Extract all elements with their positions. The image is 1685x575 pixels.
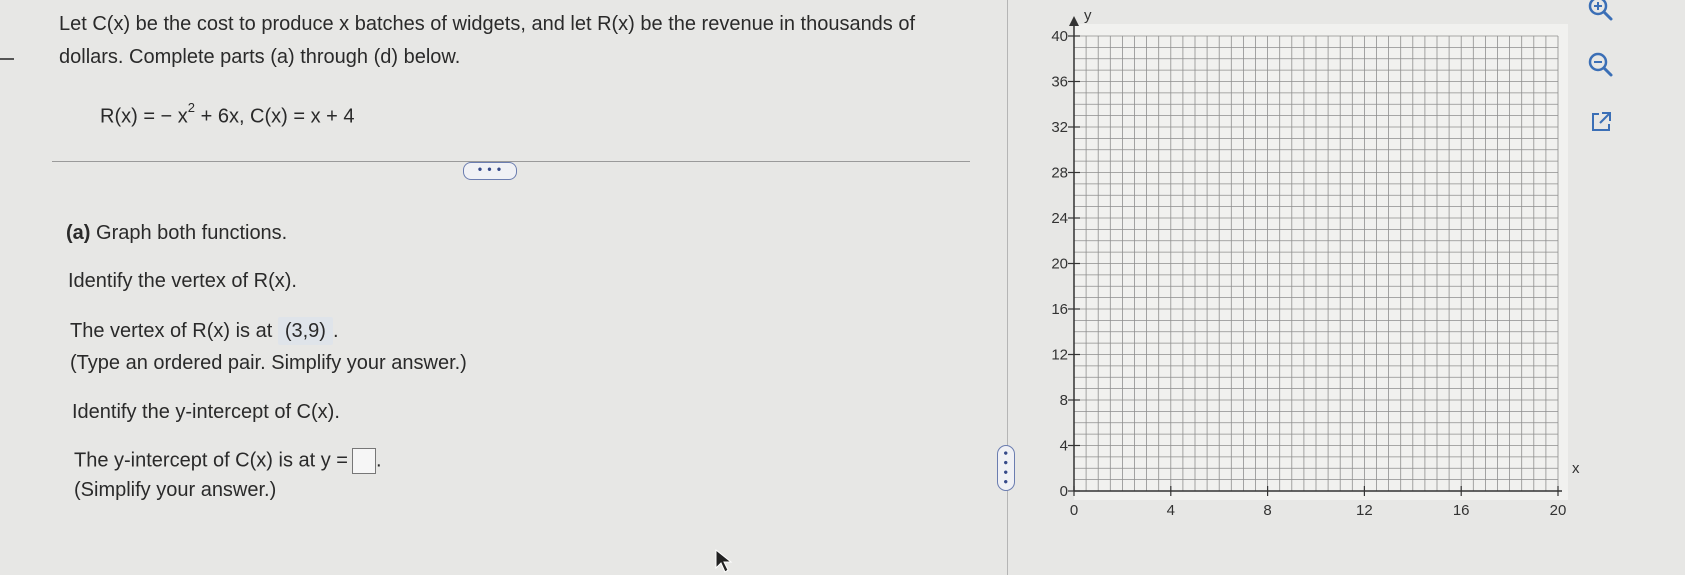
vertex-answer-prefix: The vertex of R(x) is at <box>70 320 278 342</box>
y-tick-label: 40 <box>1051 28 1068 45</box>
mouse-cursor-icon <box>715 548 733 573</box>
part-a-heading: (a) Graph both functions. <box>66 221 287 245</box>
graph-background <box>1074 24 1568 500</box>
zoom-in-icon <box>1588 0 1613 21</box>
y-axis-arrow <box>1069 16 1079 26</box>
y-tick-label: 4 <box>1060 438 1068 455</box>
yintercept-input[interactable] <box>351 448 376 474</box>
splitter-handle[interactable]: • • • • <box>997 445 1015 491</box>
y-tick-label: 36 <box>1051 74 1068 91</box>
function-equations: R(x) = − x2 + 6x, C(x) = x + 4 <box>100 100 355 129</box>
part-a-label: (a) <box>66 222 91 244</box>
x-tick-label: 12 <box>1356 502 1373 519</box>
zoom-out-icon <box>1588 52 1613 77</box>
x-tick-label: 8 <box>1263 502 1271 519</box>
yintercept-prompt: Identify the y-intercept of C(x). <box>72 401 340 423</box>
revenue-equation-prefix: R(x) = − x <box>100 105 188 128</box>
yintercept-answer-suffix: . <box>375 449 382 472</box>
show-more-button[interactable]: • • • <box>463 162 517 180</box>
yintercept-answer-prefix: The y-intercept of C(x) is at y = <box>74 449 348 472</box>
vertex-answer-line: The vertex of R(x) is at (3,9). <box>70 317 339 345</box>
vertex-answer-field[interactable]: (3,9) <box>277 317 333 345</box>
x-axis-label: x <box>1572 460 1580 477</box>
zoom-out-button[interactable] <box>1584 48 1616 80</box>
zoom-in-button[interactable] <box>1584 0 1616 24</box>
exponent: 2 <box>187 100 196 115</box>
y-tick-label: 32 <box>1051 119 1068 136</box>
x-tick-label: 4 <box>1167 502 1175 519</box>
vertex-answer-suffix: . <box>332 320 339 342</box>
y-tick-label: 12 <box>1051 347 1068 364</box>
yintercept-hint: (Simplify your answer.) <box>74 479 277 501</box>
vertex-prompt: Identify the vertex of R(x). <box>68 270 297 292</box>
popout-icon <box>1592 112 1611 131</box>
splitter-handle-dots: • • • • <box>999 451 1013 485</box>
graph-grid <box>1073 35 1559 492</box>
y-tick-label: 28 <box>1051 165 1068 182</box>
x-tick-label: 20 <box>1550 502 1567 519</box>
problem-intro-line2: dollars. Complete parts (a) through (d) … <box>59 46 461 68</box>
y-tick-label: 20 <box>1051 256 1068 273</box>
vertex-hint: (Type an ordered pair. Simplify your ans… <box>70 352 467 374</box>
question-panel: Let C(x) be the cost to produce x batche… <box>0 0 1000 575</box>
y-tick-label: 0 <box>1060 483 1068 500</box>
y-tick-label: 8 <box>1060 392 1068 409</box>
part-a-instruction: Graph both functions. <box>90 222 288 244</box>
graph-canvas[interactable]: 0 4 8 12 16 20 0 4 8 12 16 20 24 28 32 36 40 x y <box>1020 0 1580 540</box>
y-tick-label: 24 <box>1051 210 1068 227</box>
y-tick-label: 16 <box>1051 301 1068 318</box>
x-tick-label: 16 <box>1453 502 1470 519</box>
equation-rest: + 6x, C(x) = x + 4 <box>195 105 355 128</box>
popout-button[interactable] <box>1585 106 1617 138</box>
y-axis-label: y <box>1084 7 1092 24</box>
x-tick-label: 0 <box>1070 502 1078 519</box>
yintercept-answer-line: The y-intercept of C(x) is at y =. <box>74 448 382 474</box>
problem-intro-line1: Let C(x) be the cost to produce x batche… <box>59 13 916 35</box>
